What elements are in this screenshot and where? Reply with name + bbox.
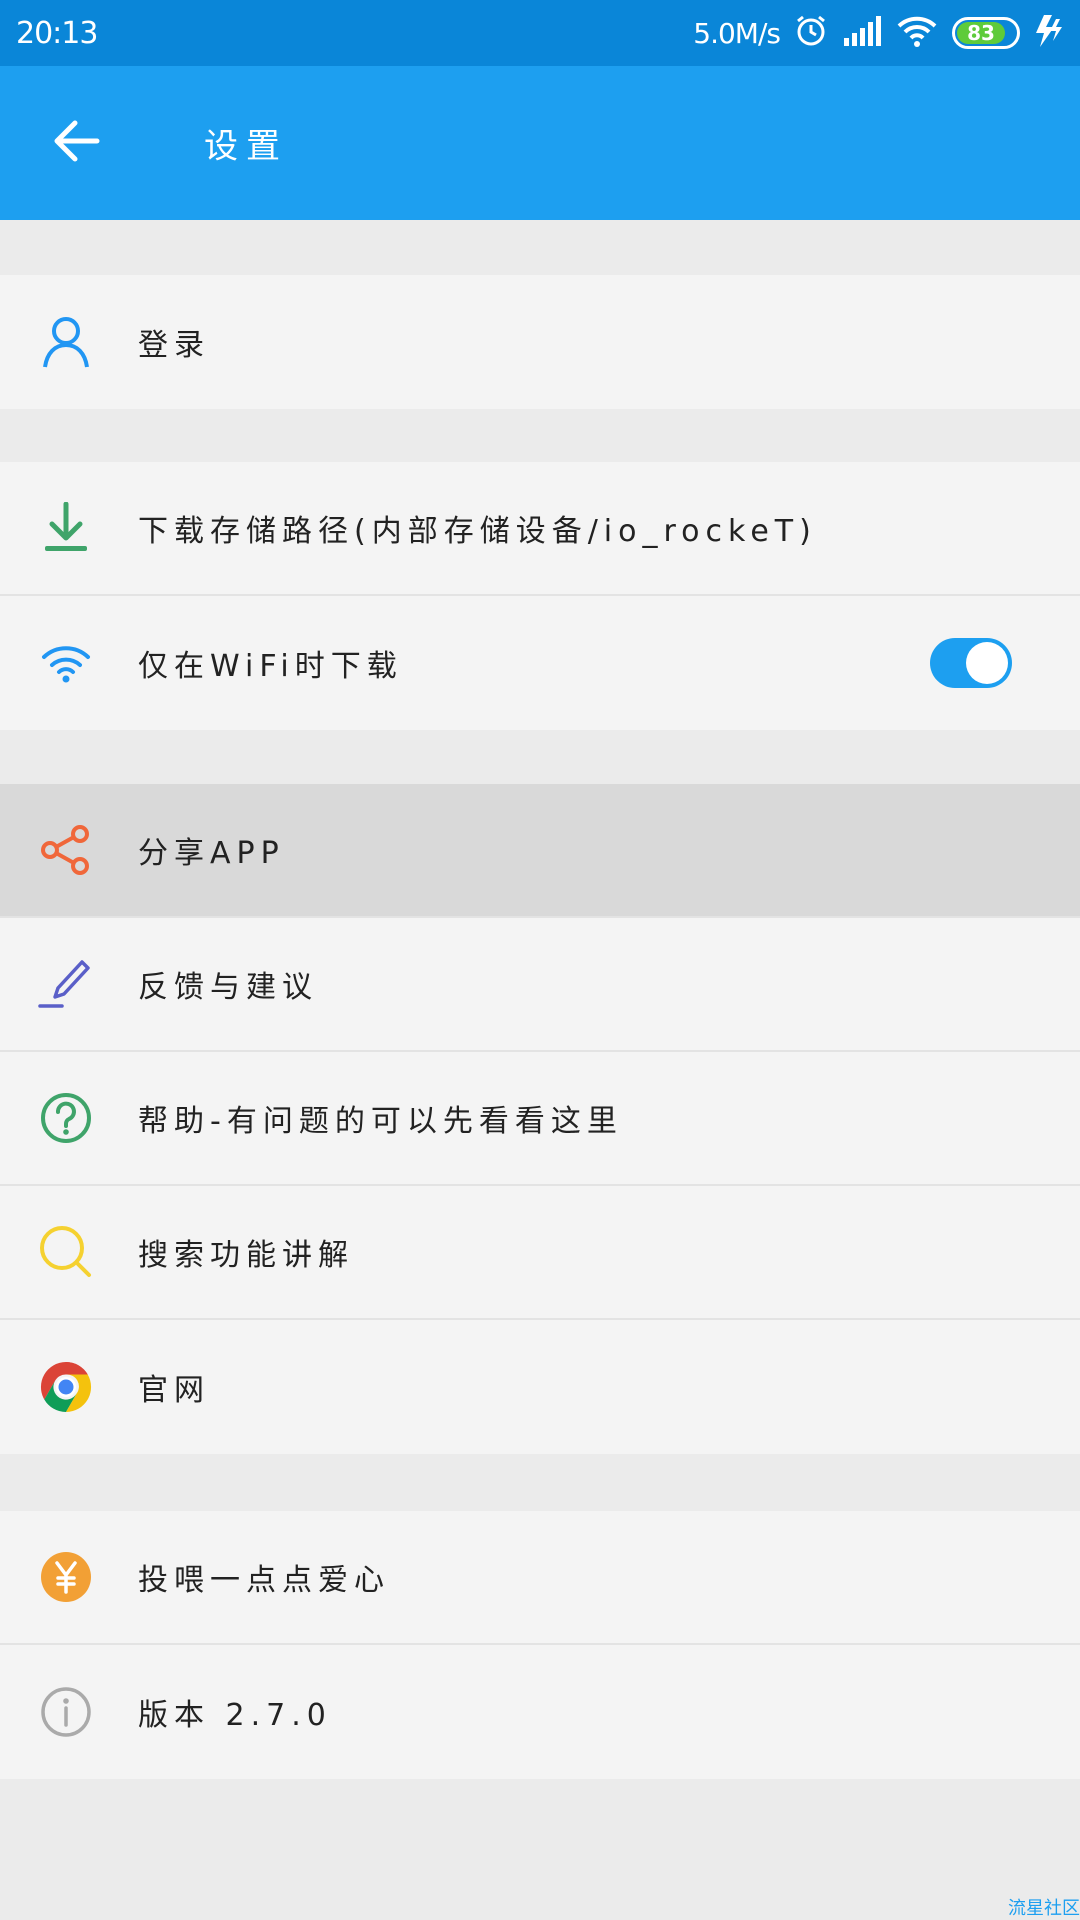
search-guide-item[interactable]: 搜索功能讲解	[0, 1186, 1080, 1320]
section-account: 登录	[0, 275, 1080, 409]
search-icon	[38, 1224, 94, 1280]
wifi-only-item[interactable]: 仅在WiFi时下载	[0, 596, 1080, 730]
feedback-label: 反馈与建议	[138, 970, 318, 1005]
version-item[interactable]: 版本 2.7.0	[0, 1645, 1080, 1779]
user-icon	[38, 314, 94, 370]
section-general: 分享APP 反馈与建议 帮助-有问题的可以先看看这里 搜索功能讲解 官网	[0, 784, 1080, 1454]
version-label: 版本 2.7.0	[138, 1698, 332, 1733]
download-path-item[interactable]: 下载存储路径(内部存储设备/io_rockeT)	[0, 462, 1080, 596]
arrow-left-icon	[51, 119, 101, 167]
signal-icon	[842, 16, 882, 50]
status-bar: 20:13 5.0M/s 83	[0, 0, 1080, 66]
watermark: 流星社区	[1008, 1898, 1080, 1919]
battery-level: 83	[957, 21, 1006, 45]
wifi-only-label: 仅在WiFi时下载	[138, 649, 403, 684]
chrome-icon	[38, 1359, 94, 1415]
share-icon	[38, 822, 94, 878]
info-icon	[38, 1684, 94, 1740]
yen-icon	[38, 1549, 94, 1605]
donate-label: 投喂一点点爱心	[138, 1563, 390, 1598]
help-item[interactable]: 帮助-有问题的可以先看看这里	[0, 1052, 1080, 1186]
alarm-icon	[794, 14, 828, 52]
pen-icon	[38, 956, 94, 1012]
wifi-icon	[38, 635, 94, 691]
section-about: 投喂一点点爱心 版本 2.7.0	[0, 1511, 1080, 1779]
back-button[interactable]	[44, 111, 108, 175]
section-download: 下载存储路径(内部存储设备/io_rockeT) 仅在WiFi时下载	[0, 462, 1080, 730]
login-label: 登录	[138, 328, 210, 363]
charging-icon	[1034, 15, 1064, 51]
wifi-status-icon	[896, 14, 938, 52]
download-path-label: 下载存储路径(内部存储设备/io_rockeT)	[138, 514, 817, 549]
feedback-item[interactable]: 反馈与建议	[0, 918, 1080, 1052]
status-icons: 5.0M/s 83	[693, 14, 1064, 52]
page-title: 设置	[204, 126, 288, 167]
status-time: 20:13	[16, 15, 98, 51]
donate-item[interactable]: 投喂一点点爱心	[0, 1511, 1080, 1645]
download-icon	[38, 500, 94, 556]
login-item[interactable]: 登录	[0, 275, 1080, 409]
help-icon	[38, 1090, 94, 1146]
search-guide-label: 搜索功能讲解	[138, 1238, 354, 1273]
app-bar: 设置	[0, 66, 1080, 220]
network-speed: 5.0M/s	[693, 16, 781, 50]
toggle-knob	[966, 642, 1008, 684]
battery-icon: 83	[952, 17, 1020, 49]
share-app-item[interactable]: 分享APP	[0, 784, 1080, 918]
share-app-label: 分享APP	[138, 836, 285, 871]
website-item[interactable]: 官网	[0, 1320, 1080, 1454]
website-label: 官网	[138, 1373, 210, 1408]
wifi-only-toggle[interactable]	[930, 638, 1012, 688]
help-label: 帮助-有问题的可以先看看这里	[138, 1104, 623, 1139]
